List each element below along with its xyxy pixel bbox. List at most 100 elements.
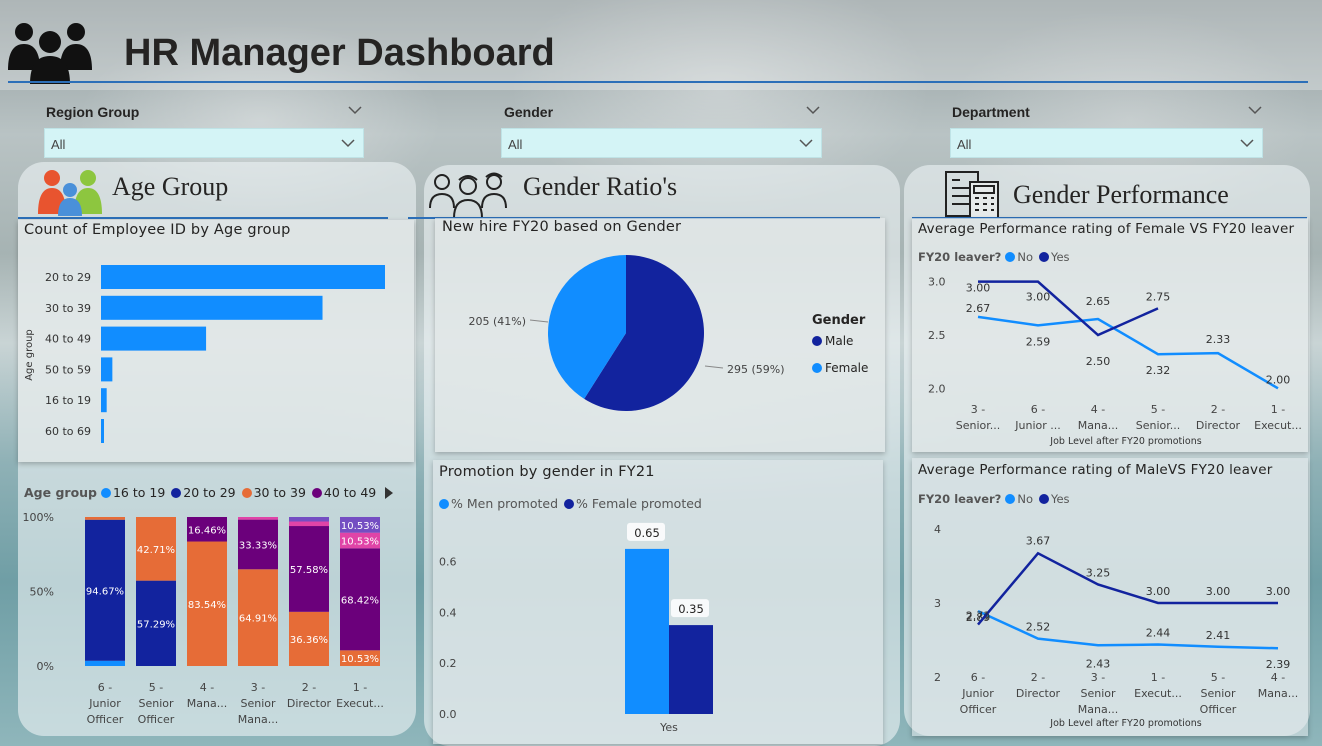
legend-item: 40 to 49 [311,485,376,500]
stack-segment [289,517,329,522]
y-tick-label: 50% [30,586,54,599]
data-label: 0.65 [634,526,660,540]
series-line [977,315,1279,390]
x-tick-label: Officer [1200,703,1237,716]
legend-dot [311,488,322,498]
x-tick-label: 4 - [200,681,214,694]
bar [101,326,207,351]
x-tick-label: 2 - [1211,403,1225,416]
data-label: 2.65 [1086,295,1111,308]
data-label: 10.53% [341,521,379,532]
x-axis-label: Job Level after FY20 promotions [1049,436,1201,447]
data-label: 3.00 [966,282,991,295]
gender-dropdown[interactable]: All [501,128,822,158]
age-group-title: Age Group [112,172,229,201]
x-tick-label: Mana... [1078,703,1118,716]
gender-performance-title: Gender Performance [1013,180,1229,209]
data-label: 3.00 [1266,585,1291,598]
legend-items: 16 to 19 20 to 29 30 to 39 40 to 49 [100,485,382,500]
legend-dot [812,363,822,373]
legend-item: % Female promoted [564,496,702,511]
stack-segment [85,517,125,520]
legend-dot [100,488,111,498]
legend-label: % Men promoted [451,496,559,511]
x-tick-label: Mana... [1078,419,1118,432]
x-tick-label: Senior [138,697,174,710]
leader-line [529,319,549,323]
bar [101,295,323,320]
x-tick-label: 1 - [1271,403,1285,416]
data-label: 83.54% [188,600,226,611]
legend-dot [1038,494,1049,504]
chevron-down-icon[interactable] [805,105,821,115]
data-label: 2.59 [1026,335,1051,348]
x-tick-label: Execut... [336,697,384,710]
legend-item: 30 to 39 [241,485,306,500]
chevron-down-icon[interactable] [1247,105,1263,115]
stack-segment [85,660,125,666]
age-stacked-chart: 100% 50% 0% 94.67% 6 - Junior Officer 57.29% 42.… [23,511,384,726]
x-tick-label: 5 - [1151,403,1165,416]
data-label: 16.46% [188,525,226,536]
region-group-value: All [51,137,66,152]
legend-next-arrow-icon[interactable] [384,487,394,499]
legend-item: Yes [1038,250,1070,264]
data-label: 2.39 [1266,658,1291,671]
legend-label: Yes [1050,250,1070,264]
chevron-down-icon[interactable] [347,105,363,115]
tick-label: 30 to 39 [45,302,91,315]
age-bar-chart-title: Count of Employee ID by Age group [24,222,291,238]
age-section-divider [18,217,388,219]
tick-label: 60 to 69 [45,425,91,438]
data-label: 205 (41%) [468,315,526,328]
tick-label: 40 to 49 [45,333,91,346]
x-tick-label: 6 - [98,681,112,694]
gender-ratio-title: Gender Ratio's [523,172,678,201]
female-performance-line-chart: 3.0 2.5 2.0 2.67 2.59 2.65 2.32 2.33 2.00 3.00 3.0… [928,276,1302,447]
y-tick-label: 0.0 [439,708,457,721]
legend-label: 16 to 19 [112,485,166,500]
x-tick-label: Director [1016,687,1061,700]
data-label: 57.29% [137,619,175,630]
y-tick-label: 3 [934,597,941,610]
y-tick-label: 0.2 [439,657,457,670]
legend-dot [564,499,575,509]
y-tick-label: 0.4 [439,606,457,619]
legend-dot [439,499,449,509]
data-label: 2.32 [1146,364,1171,377]
x-tick-label: 3 - [1091,671,1105,684]
bar [101,388,107,413]
legend-label: 20 to 29 [183,485,236,500]
x-tick-label: Officer [138,713,175,726]
x-tick-label: 3 - [251,681,265,694]
chevron-down-icon [1240,139,1254,148]
legend-title: Gender [812,313,866,328]
data-label: 2.33 [1206,333,1231,346]
gender-pie-chart: 295 (59%) 205 (41%) Gender Male Female [468,255,868,411]
promotion-chart-title: Promotion by gender in FY21 [439,464,655,480]
data-label: 33.33% [239,540,277,551]
data-label: 64.91% [239,614,277,625]
x-tick-label: Execut... [1134,687,1182,700]
region-group-dropdown[interactable]: All [44,128,364,158]
male-performance-line-chart: 4322.892.522.432.44 2.412.392.713.673.253… [934,523,1298,729]
department-dropdown[interactable]: All [950,128,1263,158]
y-tick-label: 2.0 [928,382,946,395]
x-tick-label: Senior [240,697,276,710]
x-tick-label: Mana... [1258,687,1298,700]
legend-dot [171,488,182,498]
x-tick-label: Junior [961,687,994,700]
x-tick-label: 2 - [1031,671,1045,684]
legend-item: No [1005,492,1033,506]
chevron-down-icon [799,139,813,148]
x-tick-label: Yes [659,721,678,734]
legend-label: 30 to 39 [253,485,306,500]
y-tick-label: 100% [23,511,54,524]
male-performance-title: Average Performance rating of MaleVS FY2… [918,462,1273,478]
age-stacked-legend: Age group 16 to 19 20 to 29 30 to 39 40 to … [24,485,382,500]
y-tick-label: 2 [934,671,941,684]
x-tick-label: 6 - [1031,403,1045,416]
promotion-legend: % Men promoted % Female promoted [439,496,708,511]
data-label: 3.00 [1026,291,1051,304]
x-tick-label: Junior ... [1014,419,1060,432]
